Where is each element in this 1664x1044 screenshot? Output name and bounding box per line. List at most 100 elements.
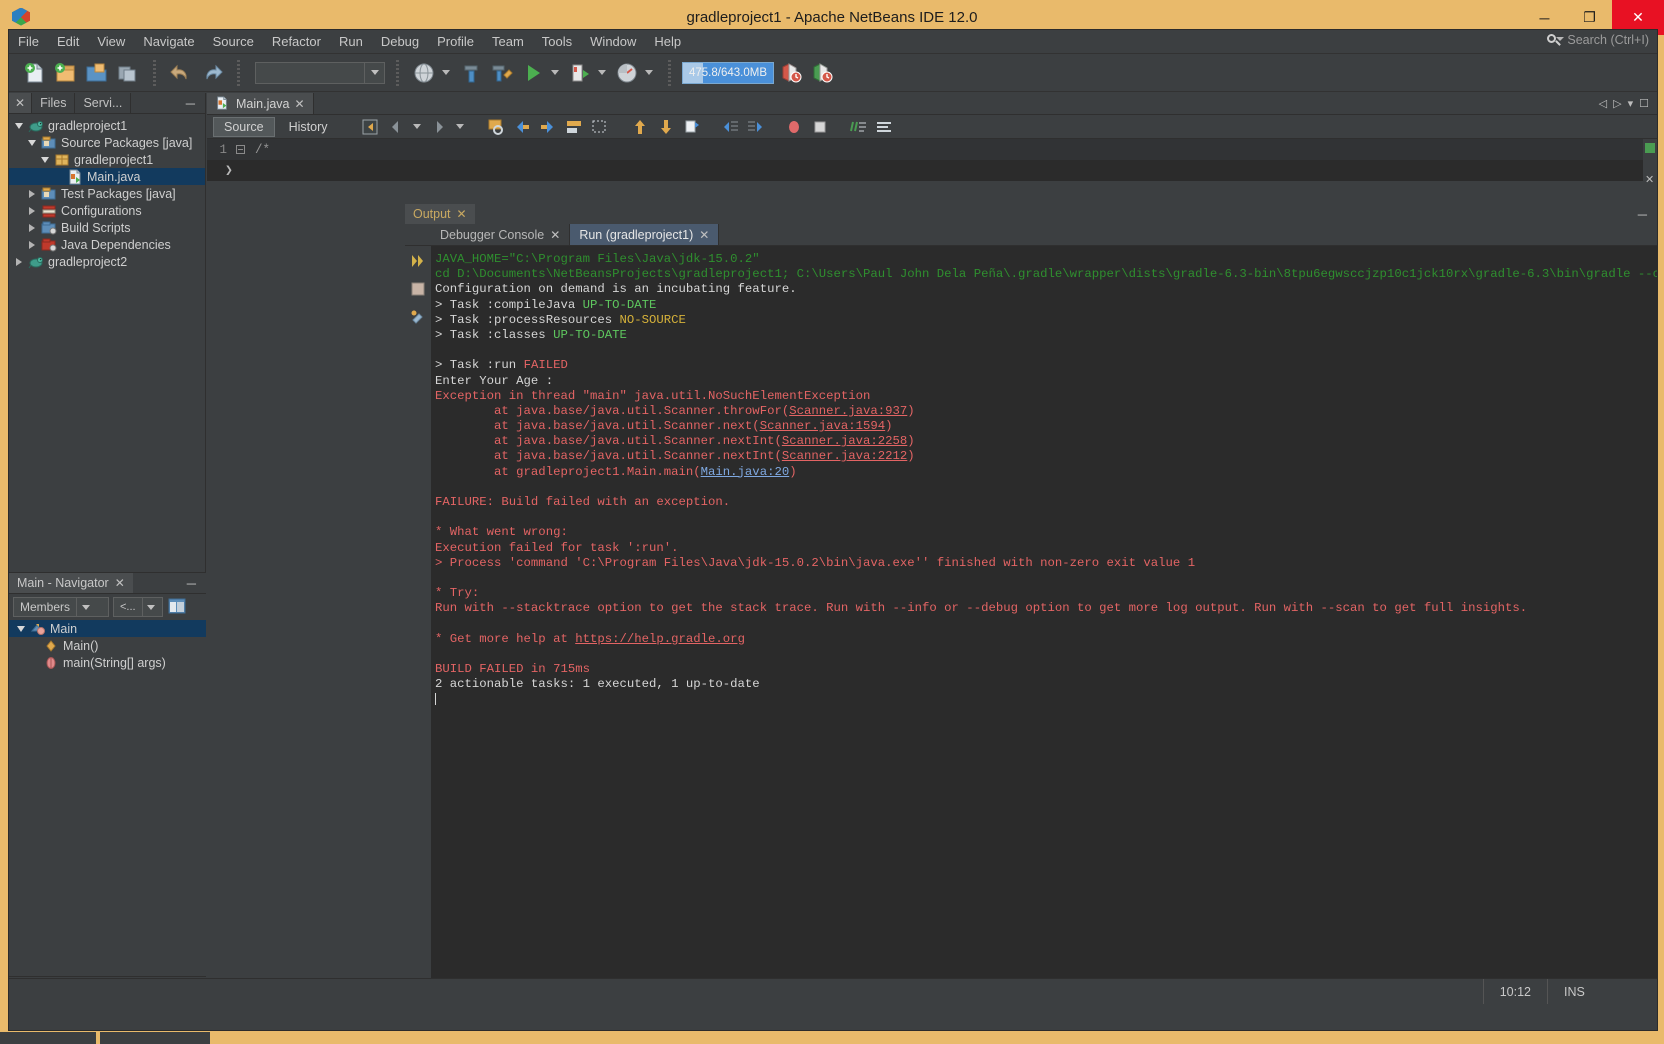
view-source-button[interactable]: Source: [213, 116, 275, 137]
minimize-left-panel-button[interactable]: ─: [176, 93, 205, 113]
tab-projects[interactable]: ✕: [9, 93, 33, 113]
tree-item[interactable]: Java Dependencies: [9, 236, 205, 253]
clean-build-icon[interactable]: [488, 59, 516, 87]
memory-gauge[interactable]: 475.8/643.0MB: [682, 61, 774, 84]
menu-view[interactable]: View: [88, 31, 134, 52]
stop-process-icon[interactable]: [409, 280, 427, 298]
chevron-down-icon[interactable]: [76, 598, 94, 616]
maximize-editor-icon[interactable]: ☐: [1639, 97, 1649, 110]
output-link[interactable]: Scanner.java:937: [789, 404, 907, 418]
navigator-view-toggle-icon[interactable]: [167, 597, 189, 617]
next-bookmark-icon[interactable]: [656, 117, 678, 137]
code-line[interactable]: 1 /*: [207, 139, 1657, 160]
chevron-down-icon[interactable]: [141, 598, 160, 616]
stop-icon[interactable]: [810, 117, 832, 137]
heap-gc-icon[interactable]: [777, 59, 805, 87]
previous-bookmark-icon[interactable]: [630, 117, 652, 137]
menu-run[interactable]: Run: [330, 31, 372, 52]
chevron-right-icon[interactable]: [26, 189, 37, 198]
new-file-icon[interactable]: [21, 59, 49, 87]
toggle-comment-icon[interactable]: [848, 117, 870, 137]
output-link[interactable]: Scanner.java:2258: [782, 434, 907, 448]
run-dropdown-icon[interactable]: [442, 70, 450, 75]
output-link[interactable]: Scanner.java:2212: [782, 449, 907, 463]
tab-list-icon[interactable]: ▾: [1628, 97, 1634, 110]
find-next-icon[interactable]: [538, 117, 560, 137]
menu-edit[interactable]: Edit: [48, 31, 88, 52]
debug-icon[interactable]: [566, 59, 594, 87]
tree-item[interactable]: Main.java: [9, 168, 205, 185]
scroll-right-icon[interactable]: ▷: [1613, 97, 1621, 110]
tab-run-gradleproject1[interactable]: Run (gradleproject1) ✕: [570, 224, 720, 245]
close-icon[interactable]: ✕: [550, 228, 560, 242]
code-fold-icon[interactable]: [233, 145, 247, 154]
output-link[interactable]: Main.java:20: [701, 465, 790, 479]
tree-item[interactable]: Source Packages [java]: [9, 134, 205, 151]
tree-item[interactable]: Main: [9, 620, 206, 637]
tree-item[interactable]: gradleproject2: [9, 253, 205, 270]
tree-item[interactable]: Test Packages [java]: [9, 185, 205, 202]
menu-tools[interactable]: Tools: [533, 31, 581, 52]
menu-profile[interactable]: Profile: [428, 31, 483, 52]
chevron-right-icon[interactable]: [26, 240, 37, 249]
menu-team[interactable]: Team: [483, 31, 533, 52]
redo-icon[interactable]: [198, 59, 226, 87]
run-project-globe-icon[interactable]: [410, 59, 438, 87]
heap-gc-icon-2[interactable]: [808, 59, 836, 87]
undo-icon[interactable]: [167, 59, 195, 87]
new-project-icon[interactable]: [52, 59, 80, 87]
toggle-bookmark-icon[interactable]: [682, 117, 704, 137]
toggle-highlight-icon[interactable]: [564, 117, 586, 137]
back-navigate-icon[interactable]: [386, 117, 408, 137]
tree-item[interactable]: main(String[] args): [9, 654, 206, 671]
settings-icon[interactable]: [409, 308, 427, 326]
close-icon[interactable]: ✕: [15, 96, 25, 110]
minimize-output-button[interactable]: ─: [1628, 204, 1657, 224]
chevron-right-icon[interactable]: [26, 223, 37, 232]
rerun-icon[interactable]: [409, 252, 427, 270]
menu-help[interactable]: Help: [645, 31, 690, 52]
editor-error-stripe[interactable]: ✕: [1643, 139, 1657, 186]
view-history-button[interactable]: History: [279, 117, 338, 137]
output-link[interactable]: Scanner.java:1594: [760, 419, 885, 433]
forward-navigate-icon[interactable]: [429, 117, 451, 137]
output-window-title-tab[interactable]: Output ✕: [405, 204, 475, 224]
format-icon[interactable]: [874, 117, 896, 137]
find-previous-icon[interactable]: [512, 117, 534, 137]
close-icon[interactable]: ✕: [115, 576, 125, 590]
profile-dropdown-icon[interactable]: [645, 70, 653, 75]
run-config-dropdown-icon[interactable]: [551, 70, 559, 75]
open-project-icon[interactable]: [83, 59, 111, 87]
build-project-icon[interactable]: [457, 59, 485, 87]
shift-right-icon[interactable]: [746, 117, 768, 137]
tree-item[interactable]: Configurations: [9, 202, 205, 219]
open-recent-icon[interactable]: [114, 59, 142, 87]
navigator-title-tab[interactable]: Main - Navigator ✕: [9, 573, 133, 593]
output-console-text[interactable]: JAVA_HOME="C:\Program Files\Java\jdk-15.…: [431, 246, 1657, 1004]
close-icon[interactable]: ✕: [295, 97, 305, 111]
tab-main-java[interactable]: Main.java ✕: [207, 93, 314, 114]
toggle-breakpoint-icon[interactable]: [784, 117, 806, 137]
menu-debug[interactable]: Debug: [372, 31, 428, 52]
tree-item[interactable]: Build Scripts: [9, 219, 205, 236]
tab-debugger-console[interactable]: Debugger Console ✕: [431, 224, 571, 245]
back-dropdown-icon[interactable]: [412, 124, 421, 129]
tab-services[interactable]: Servi...: [75, 93, 132, 113]
last-edit-icon[interactable]: [360, 117, 382, 137]
menu-refactor[interactable]: Refactor: [263, 31, 330, 52]
chevron-down-icon[interactable]: [15, 625, 26, 632]
tree-item[interactable]: Main(): [9, 637, 206, 654]
shift-left-icon[interactable]: [720, 117, 742, 137]
chevron-down-icon[interactable]: [364, 62, 384, 83]
chevron-down-icon[interactable]: [26, 139, 37, 146]
profile-icon[interactable]: [613, 59, 641, 87]
tree-item[interactable]: gradleproject1: [9, 117, 205, 134]
search-input[interactable]: Search (Ctrl+I): [1567, 33, 1649, 47]
run-icon[interactable]: [519, 59, 547, 87]
menu-window[interactable]: Window: [581, 31, 645, 52]
search-box[interactable]: Search (Ctrl+I): [1546, 32, 1649, 48]
chevron-right-icon[interactable]: [13, 257, 24, 266]
tab-files[interactable]: Files: [32, 93, 76, 113]
find-selection-icon[interactable]: [486, 117, 508, 137]
forward-dropdown-icon[interactable]: [455, 124, 464, 129]
